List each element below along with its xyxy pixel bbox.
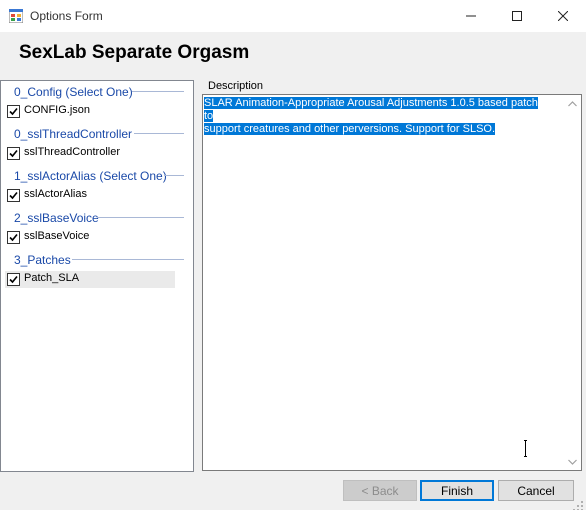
scroll-up-icon[interactable]: [568, 101, 577, 107]
checkbox-checked[interactable]: [7, 273, 20, 286]
group-divider: [72, 259, 184, 260]
group-divider: [164, 175, 184, 176]
list-item-sslactoralias[interactable]: sslActorAlias: [5, 187, 175, 204]
app-icon: [8, 8, 24, 24]
finish-button[interactable]: Finish: [420, 480, 494, 501]
close-icon: [558, 11, 568, 21]
options-form-window: Options Form SexLab Separate Orgasm 0_Co…: [0, 0, 586, 511]
description-line-2: support creatures and other perversions.…: [204, 123, 496, 135]
page-title: SexLab Separate Orgasm: [19, 42, 250, 63]
list-item-sslbasevoice[interactable]: sslBaseVoice: [5, 229, 175, 246]
back-button[interactable]: < Back: [343, 480, 417, 501]
description-line-1: SLAR Animation-Appropriate Arousal Adjus…: [204, 97, 538, 122]
group-header-patches: 3_Patches: [14, 253, 71, 267]
group-divider: [134, 133, 184, 134]
vertical-scrollbar[interactable]: [564, 95, 581, 470]
item-label: sslActorAlias: [24, 188, 87, 200]
item-label: Patch_SLA: [24, 272, 80, 284]
list-item-config-json[interactable]: CONFIG.json: [5, 103, 175, 120]
options-checklist[interactable]: 0_Config (Select One) CONFIG.json 0_sslT…: [0, 80, 194, 472]
window-title: Options Form: [30, 9, 103, 23]
description-textbox[interactable]: SLAR Animation-Appropriate Arousal Adjus…: [202, 94, 582, 471]
checkbox-checked[interactable]: [7, 147, 20, 160]
group-divider: [132, 91, 184, 92]
close-button[interactable]: [540, 0, 586, 32]
group-divider: [97, 217, 184, 218]
group-header-actor-alias: 1_sslActorAlias (Select One): [14, 169, 167, 183]
group-header-base-voice: 2_sslBaseVoice: [14, 211, 99, 225]
description-label: Description: [208, 80, 264, 92]
maximize-button[interactable]: [494, 0, 540, 32]
description-text[interactable]: SLAR Animation-Appropriate Arousal Adjus…: [204, 97, 544, 136]
list-item-patch-sla[interactable]: Patch_SLA: [5, 271, 175, 288]
item-label: sslBaseVoice: [24, 230, 90, 242]
text-cursor-icon: [524, 440, 527, 457]
cancel-button[interactable]: Cancel: [498, 480, 574, 501]
group-header-thread-controller: 0_sslThreadController: [14, 127, 133, 141]
checkbox-checked[interactable]: [7, 189, 20, 202]
list-item-sslthreadcontroller[interactable]: sslThreadController: [5, 145, 175, 162]
item-label: sslThreadController: [24, 146, 120, 158]
maximize-icon: [512, 11, 522, 21]
minimize-button[interactable]: [448, 0, 494, 32]
title-bar[interactable]: Options Form: [0, 0, 586, 32]
item-label: CONFIG.json: [24, 104, 91, 116]
group-header-config: 0_Config (Select One): [14, 85, 133, 99]
minimize-icon: [466, 15, 476, 17]
checkbox-checked[interactable]: [7, 231, 20, 244]
checkbox-checked[interactable]: [7, 105, 20, 118]
scroll-down-icon[interactable]: [568, 459, 577, 465]
background-strip: [0, 510, 586, 516]
